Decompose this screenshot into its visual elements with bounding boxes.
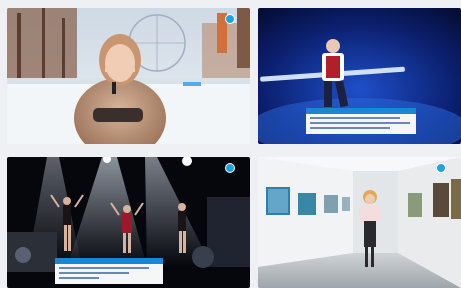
channel-logo-icon: [225, 14, 235, 24]
tile-image-stage-dancers: [7, 157, 250, 288]
channel-logo-icon: [436, 163, 446, 173]
video-tile-winter-reporter[interactable]: [7, 8, 250, 144]
video-tile-stage-dancers[interactable]: [7, 157, 250, 288]
channel-logo-icon: [225, 163, 235, 173]
tile-image-winter-reporter: [7, 8, 250, 144]
tile-image-circus-performer: [258, 8, 461, 144]
video-tile-art-gallery[interactable]: [258, 157, 461, 288]
video-tile-circus-performer[interactable]: [258, 8, 461, 144]
tile-image-art-gallery: [258, 157, 461, 288]
